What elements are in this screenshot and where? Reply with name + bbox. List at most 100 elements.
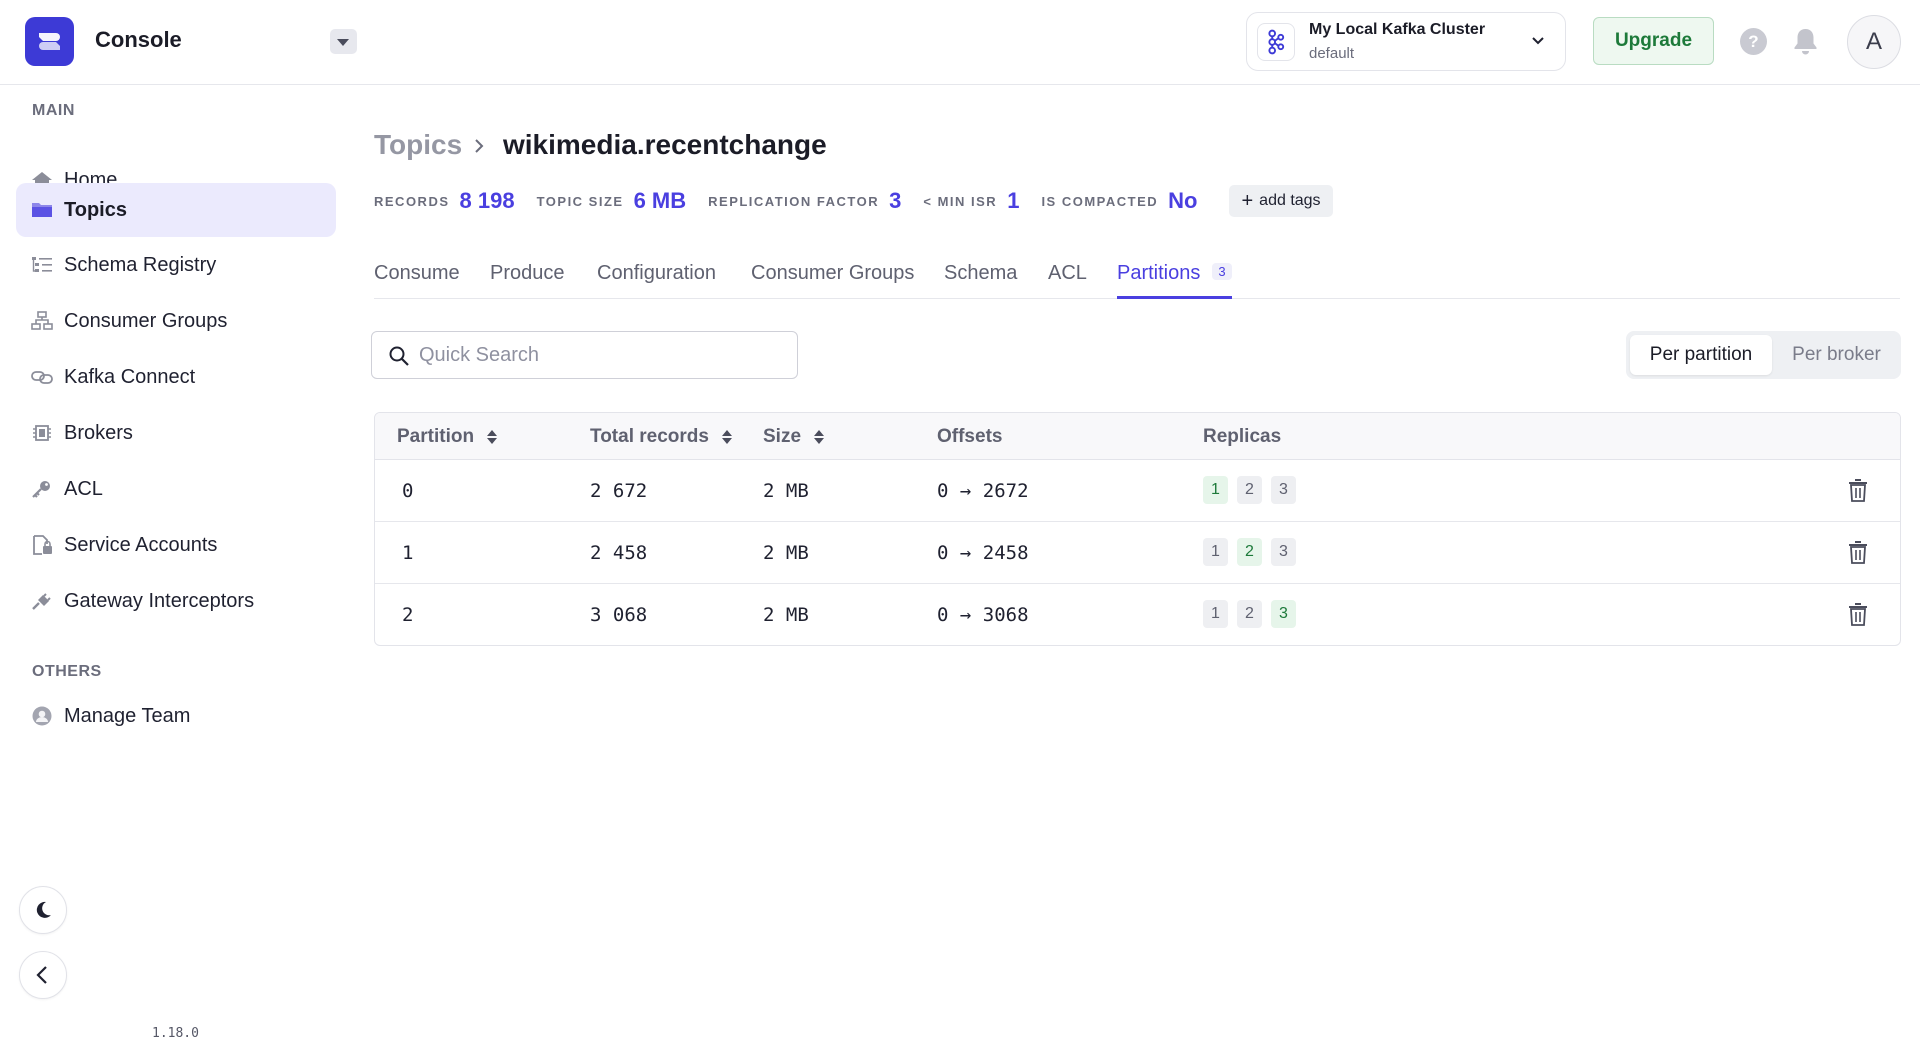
column-label: Total records: [590, 426, 709, 447]
sidebar-item-label: Brokers: [64, 421, 133, 444]
topic-tabs: Consume Produce Configuration Consumer G…: [374, 254, 1900, 299]
tab-schema[interactable]: Schema: [944, 262, 1017, 299]
console-logo[interactable]: [25, 17, 74, 66]
app-switcher-dropdown[interactable]: [330, 29, 357, 54]
min-isr-value: 1: [1007, 188, 1020, 213]
sidebar-item-service-accounts[interactable]: Service Accounts: [16, 518, 336, 572]
column-partition[interactable]: Partition: [397, 426, 498, 448]
top-bar: Console My Local Kafka Cluster default U…: [0, 0, 1920, 85]
sidebar-section-others: OTHERS: [32, 663, 102, 680]
per-broker-toggle[interactable]: Per broker: [1776, 335, 1897, 375]
folder-icon: [32, 203, 52, 217]
table-row: 2 3 068 2 MB 0 → 3068 1 2 3: [375, 584, 1900, 645]
column-label: Partition: [397, 426, 475, 447]
sidebar-item-kafka-connect[interactable]: Kafka Connect: [16, 350, 336, 404]
is-compacted-value: No: [1168, 188, 1198, 213]
replica-badge-leader: 2: [1237, 538, 1262, 566]
total-records-cell: 2 672: [590, 480, 648, 502]
records-value: 8 198: [459, 188, 515, 213]
sidebar: MAIN Home Topics Schema Registry Consume…: [0, 85, 350, 1057]
replication-factor-label: REPLICATION FACTOR: [708, 193, 880, 209]
replica-badge: 1: [1203, 538, 1228, 566]
sidebar-item-consumer-groups[interactable]: Consumer Groups: [16, 294, 336, 348]
sidebar-item-label: Manage Team: [64, 704, 191, 727]
trash-icon[interactable]: [1848, 601, 1868, 627]
sidebar-item-label: ACL: [64, 477, 103, 500]
sidebar-item-label: Consumer Groups: [64, 309, 228, 332]
chevron-down-icon: [1532, 37, 1544, 45]
tab-configuration[interactable]: Configuration: [597, 262, 716, 299]
plus-icon: +: [1241, 190, 1254, 212]
sidebar-item-topics[interactable]: Topics: [16, 183, 336, 237]
schema-icon: [32, 257, 52, 272]
breadcrumb-topics-link[interactable]: Topics: [374, 129, 462, 161]
tab-partitions[interactable]: Partitions 3: [1117, 262, 1232, 299]
replication-factor-value: 3: [889, 188, 902, 213]
chevron-right-icon: [475, 139, 484, 153]
tab-acl[interactable]: ACL: [1048, 262, 1087, 299]
search-input[interactable]: [419, 340, 779, 370]
sidebar-item-schema-registry[interactable]: Schema Registry: [16, 238, 336, 292]
total-records-cell: 2 458: [590, 542, 648, 564]
min-isr-label: < MIN ISR: [923, 193, 998, 209]
collapse-sidebar-button[interactable]: [19, 951, 67, 999]
sidebar-item-acl[interactable]: ACL: [16, 462, 336, 516]
offsets-cell: 0 → 2458: [937, 542, 1029, 564]
view-toggle: Per partition Per broker: [1626, 331, 1901, 379]
size-cell: 2 MB: [763, 542, 809, 564]
theme-toggle-button[interactable]: [19, 886, 67, 934]
upgrade-button[interactable]: Upgrade: [1593, 17, 1714, 65]
sidebar-item-label: Service Accounts: [64, 533, 218, 556]
replica-badge: 1: [1203, 600, 1228, 628]
partition-cell: 0: [402, 480, 414, 502]
topic-stats: RECORDS 8 198 TOPIC SIZE 6 MB REPLICATIO…: [374, 185, 1333, 217]
records-label: RECORDS: [374, 193, 450, 209]
hierarchy-icon: [31, 311, 53, 330]
tab-produce[interactable]: Produce: [490, 262, 565, 299]
topic-size-value: 6 MB: [633, 188, 687, 213]
replica-badge-leader: 1: [1203, 476, 1228, 504]
partitions-count-badge: 3: [1212, 263, 1232, 280]
sidebar-item-gateway-interceptors[interactable]: Gateway Interceptors: [16, 574, 336, 628]
sidebar-item-manage-team[interactable]: Manage Team: [16, 689, 336, 743]
cluster-name: My Local Kafka Cluster: [1309, 21, 1486, 38]
trash-icon[interactable]: [1848, 539, 1868, 565]
sidebar-item-label: Kafka Connect: [64, 365, 196, 388]
column-size[interactable]: Size: [763, 426, 825, 448]
cluster-selector[interactable]: My Local Kafka Cluster default: [1246, 12, 1566, 71]
sidebar-section-main: MAIN: [32, 102, 75, 119]
logo-icon: [39, 33, 60, 50]
add-tags-button[interactable]: + add tags: [1229, 185, 1333, 217]
column-total-records[interactable]: Total records: [590, 426, 733, 448]
help-icon[interactable]: ?: [1740, 28, 1767, 55]
replica-badge: 2: [1237, 600, 1262, 628]
tab-consumer-groups[interactable]: Consumer Groups: [751, 262, 914, 299]
partitions-table: Partition Total records Size Offsets Rep…: [374, 412, 1901, 646]
tab-partitions-label: Partitions: [1117, 262, 1201, 284]
bell-icon[interactable]: [1792, 27, 1819, 56]
column-label: Size: [763, 426, 802, 447]
sidebar-item-brokers[interactable]: Brokers: [16, 406, 336, 460]
sidebar-item-label: Gateway Interceptors: [64, 589, 255, 612]
replica-badge-leader: 3: [1271, 600, 1296, 628]
chip-icon: [33, 425, 51, 441]
page-title: wikimedia.recentchange: [503, 129, 827, 160]
tab-consume[interactable]: Consume: [374, 262, 460, 299]
replicas-cell: 1 2 3: [1203, 476, 1305, 504]
kafka-icon: [1257, 23, 1295, 61]
user-avatar[interactable]: A: [1847, 15, 1901, 69]
cluster-environment: default: [1309, 45, 1355, 62]
replica-badge: 3: [1271, 538, 1296, 566]
link-icon: [31, 371, 53, 384]
search-icon: [389, 346, 409, 366]
lock-file-icon: [33, 535, 52, 555]
replicas-cell: 1 2 3: [1203, 600, 1305, 628]
plug-icon: [32, 593, 51, 610]
offsets-cell: 0 → 3068: [937, 604, 1029, 626]
trash-icon[interactable]: [1848, 477, 1868, 503]
quick-search: [371, 331, 798, 379]
size-cell: 2 MB: [763, 480, 809, 502]
sidebar-item-label: Schema Registry: [64, 253, 217, 276]
topic-size-label: TOPIC SIZE: [536, 193, 624, 209]
per-partition-toggle[interactable]: Per partition: [1630, 335, 1772, 375]
